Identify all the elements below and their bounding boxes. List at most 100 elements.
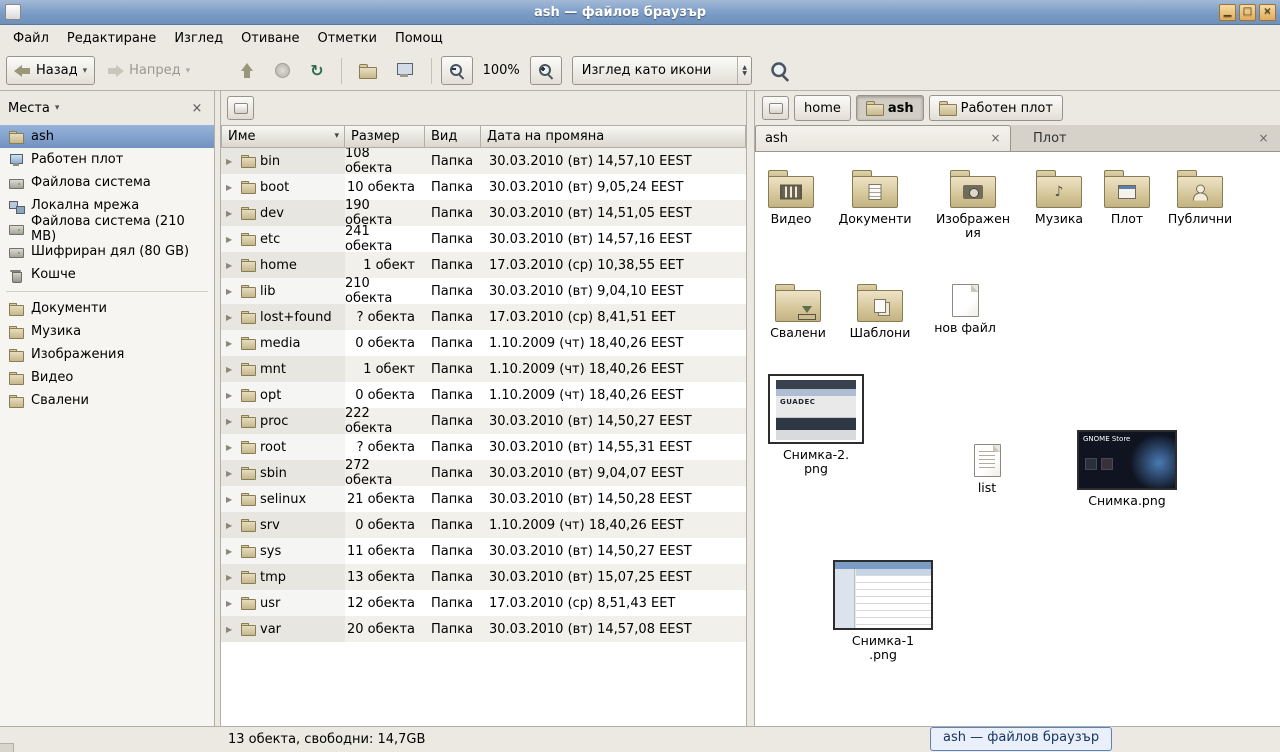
table-row[interactable]: ▶ proc 222 обекта Папка 30.03.2010 (вт) … xyxy=(221,408,746,434)
expander-icon[interactable]: ▶ xyxy=(226,157,236,166)
back-history-caret-icon[interactable]: ▾ xyxy=(83,66,88,76)
resize-grip[interactable] xyxy=(0,743,14,752)
expander-icon[interactable]: ▶ xyxy=(226,521,236,530)
forward-button[interactable]: Напред ▾ xyxy=(99,56,198,85)
icon-item-documents[interactable]: Документи xyxy=(835,168,915,226)
table-row[interactable]: ▶ usr 12 обекта Папка 17.03.2010 (ср) 8,… xyxy=(221,590,746,616)
table-row[interactable]: ▶ lost+found ? обекта Папка 17.03.2010 (… xyxy=(221,304,746,330)
sidebar-item-video[interactable]: Видео xyxy=(0,366,214,389)
menu-view[interactable]: Изглед xyxy=(165,27,232,50)
tab-desktop[interactable]: Плот × xyxy=(1011,125,1280,151)
column-header-name[interactable]: Име ▾ xyxy=(221,125,345,148)
view-mode-select[interactable]: Изглед като икони ▲▼ xyxy=(572,56,752,85)
up-button[interactable] xyxy=(230,56,263,85)
reload-button[interactable]: ↻ xyxy=(302,56,331,85)
expander-icon[interactable]: ▶ xyxy=(226,261,236,270)
icon-item-desktop[interactable]: Плот xyxy=(1095,168,1159,226)
table-row[interactable]: ▶ sys 11 обекта Папка 30.03.2010 (вт) 14… xyxy=(221,538,746,564)
sidebar-item-images[interactable]: Изображения xyxy=(0,343,214,366)
expander-icon[interactable]: ▶ xyxy=(226,365,236,374)
icon-item-snimka-1[interactable]: Снимка-1.png xyxy=(831,560,935,663)
table-row[interactable]: ▶ bin 108 обекта Папка 30.03.2010 (вт) 1… xyxy=(221,148,746,174)
pane-location-button[interactable] xyxy=(227,96,254,120)
sidebar-item-encrypted[interactable]: Шифриран дял (80 GB) xyxy=(0,240,214,263)
expander-icon[interactable]: ▶ xyxy=(226,599,236,608)
icon-item-snimka-2[interactable]: GUADEC Снимка-2.png xyxy=(765,374,867,477)
expander-icon[interactable]: ▶ xyxy=(226,235,236,244)
table-row[interactable]: ▶ var 20 обекта Папка 30.03.2010 (вт) 14… xyxy=(221,616,746,642)
icon-item-templates[interactable]: Шаблони xyxy=(845,282,915,340)
expander-icon[interactable]: ▶ xyxy=(226,625,236,634)
sidebar-item-ash[interactable]: ash xyxy=(0,125,214,148)
expander-icon[interactable]: ▶ xyxy=(226,417,236,426)
sidebar-item-filesystem-210mb[interactable]: Файлова система (210 MB) xyxy=(0,217,214,240)
window-menu-icon[interactable] xyxy=(5,4,21,20)
expander-icon[interactable]: ▶ xyxy=(226,287,236,296)
path-button-ash[interactable]: ash xyxy=(856,95,924,121)
close-button[interactable]: × xyxy=(1259,4,1276,21)
column-header-size[interactable]: Размер xyxy=(345,125,425,148)
icon-item-public[interactable]: Публични xyxy=(1164,168,1236,226)
table-row[interactable]: ▶ lib 210 обекта Папка 30.03.2010 (вт) 9… xyxy=(221,278,746,304)
table-row[interactable]: ▶ media 0 обекта Папка 1.10.2009 (чт) 18… xyxy=(221,330,746,356)
table-row[interactable]: ▶ opt 0 обекта Папка 1.10.2009 (чт) 18,4… xyxy=(221,382,746,408)
path-button-home[interactable]: home xyxy=(794,95,851,121)
icon-item-music[interactable]: ♪ Музика xyxy=(1027,168,1091,226)
table-row[interactable]: ▶ etc 241 обекта Папка 30.03.2010 (вт) 1… xyxy=(221,226,746,252)
icon-item-snimka[interactable]: GNOME Store Снимка.png xyxy=(1071,430,1183,508)
tab-close-icon[interactable]: × xyxy=(987,130,1004,147)
maximize-button[interactable]: □ xyxy=(1239,4,1256,21)
column-header-type[interactable]: Вид xyxy=(425,125,481,148)
expander-icon[interactable]: ▶ xyxy=(226,495,236,504)
icon-item-downloads[interactable]: Свалени xyxy=(766,282,830,340)
taskbar-window-button[interactable]: ash — файлов браузър xyxy=(930,727,1112,751)
table-row[interactable]: ▶ sbin 272 обекта Папка 30.03.2010 (вт) … xyxy=(221,460,746,486)
sidebar-item-downloads[interactable]: Свалени xyxy=(0,389,214,412)
column-header-date[interactable]: Дата на промяна xyxy=(481,125,746,148)
home-button[interactable] xyxy=(351,56,384,85)
icon-item-video[interactable]: Видео xyxy=(759,168,823,226)
menu-file[interactable]: Файл xyxy=(4,27,58,50)
sidebar-close-icon[interactable]: × xyxy=(188,101,206,116)
expander-icon[interactable]: ▶ xyxy=(226,313,236,322)
back-button[interactable]: Назад ▾ xyxy=(6,56,95,85)
sidebar-title[interactable]: Места xyxy=(8,101,50,116)
computer-button[interactable] xyxy=(388,56,422,85)
tab-ash[interactable]: ash × xyxy=(755,125,1011,151)
sidebar-caret-icon[interactable]: ▾ xyxy=(55,103,60,113)
menu-bookmarks[interactable]: Отметки xyxy=(308,27,385,50)
sort-indicator-icon[interactable]: ▾ xyxy=(334,131,339,141)
table-row[interactable]: ▶ tmp 13 обекта Папка 30.03.2010 (вт) 15… xyxy=(221,564,746,590)
menu-edit[interactable]: Редактиране xyxy=(58,27,165,50)
stop-button[interactable] xyxy=(267,56,298,85)
sidebar-item-trash[interactable]: Кошче xyxy=(0,263,214,286)
sidebar-item-documents[interactable]: Документи xyxy=(0,297,214,320)
expander-icon[interactable]: ▶ xyxy=(226,469,236,478)
sidebar-item-filesystem[interactable]: Файлова система xyxy=(0,171,214,194)
sidebar-item-music[interactable]: Музика xyxy=(0,320,214,343)
sidebar-item-desktop[interactable]: Работен плот xyxy=(0,148,214,171)
minimize-button[interactable]: ▁ xyxy=(1219,4,1236,21)
icon-item-new-file[interactable]: нов файл xyxy=(933,284,997,335)
expander-icon[interactable]: ▶ xyxy=(226,443,236,452)
icon-item-images[interactable]: Изображения xyxy=(935,168,1011,241)
menu-help[interactable]: Помощ xyxy=(386,27,452,50)
zoom-in-button[interactable] xyxy=(530,56,562,85)
path-button-desktop[interactable]: Работен плот xyxy=(929,95,1063,121)
expander-icon[interactable]: ▶ xyxy=(226,573,236,582)
pane-splitter[interactable] xyxy=(747,91,755,726)
expander-icon[interactable]: ▶ xyxy=(226,209,236,218)
expander-icon[interactable]: ▶ xyxy=(226,391,236,400)
table-row[interactable]: ▶ boot 10 обекта Папка 30.03.2010 (вт) 9… xyxy=(221,174,746,200)
table-row[interactable]: ▶ home 1 обект Папка 17.03.2010 (ср) 10,… xyxy=(221,252,746,278)
path-root-button[interactable] xyxy=(762,96,789,120)
tab-close-icon[interactable]: × xyxy=(1255,130,1272,147)
table-row[interactable]: ▶ mnt 1 обект Папка 1.10.2009 (чт) 18,40… xyxy=(221,356,746,382)
view-mode-spinner-icon[interactable]: ▲▼ xyxy=(737,57,751,84)
table-row[interactable]: ▶ srv 0 обекта Папка 1.10.2009 (чт) 18,4… xyxy=(221,512,746,538)
expander-icon[interactable]: ▶ xyxy=(226,183,236,192)
menu-go[interactable]: Отиване xyxy=(232,27,308,50)
search-button[interactable] xyxy=(764,56,796,85)
zoom-out-button[interactable] xyxy=(441,56,473,85)
icon-item-list[interactable]: list xyxy=(957,444,1017,495)
